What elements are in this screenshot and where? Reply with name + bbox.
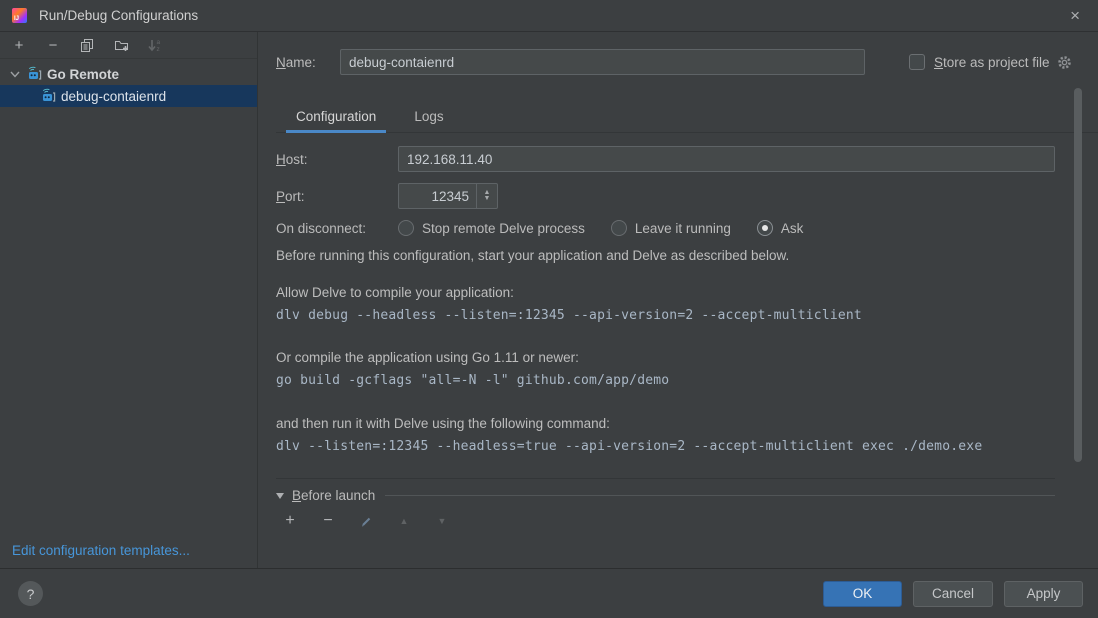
close-icon[interactable]: × — [1064, 5, 1086, 26]
section-separator — [276, 478, 1055, 479]
vertical-scrollbar-thumb[interactable] — [1074, 88, 1082, 462]
collapse-arrow-icon[interactable] — [276, 493, 284, 499]
radio-stop-remote-delve[interactable]: Stop remote Delve process — [398, 220, 585, 236]
cancel-button[interactable]: Cancel — [913, 581, 993, 607]
copy-icon — [80, 38, 94, 52]
go-remote-icon — [40, 88, 56, 104]
tree-group-label: Go Remote — [47, 67, 119, 82]
ok-button[interactable]: OK — [823, 581, 902, 607]
sidebar-toolbar: + − — [0, 32, 257, 59]
tab-logs[interactable]: Logs — [404, 105, 453, 132]
intro-text: Before running this configuration, start… — [276, 248, 1098, 263]
host-label: Host: — [276, 152, 398, 167]
port-label: Port: — [276, 189, 398, 204]
spinner-down-icon[interactable]: ▼ — [484, 196, 491, 202]
configurations-sidebar: + − — [0, 32, 258, 568]
new-folder-icon — [114, 38, 129, 52]
store-as-project-file-checkbox[interactable] — [909, 54, 925, 70]
tree-item-debug-contaienrd[interactable]: debug-contaienrd — [0, 85, 257, 107]
port-spinner[interactable]: ▲ ▼ — [476, 184, 497, 208]
svg-text:a: a — [157, 39, 161, 46]
new-folder-button[interactable] — [112, 36, 130, 54]
build-label: Or compile the application using Go 1.11… — [276, 350, 1098, 365]
go-remote-icon — [26, 66, 42, 82]
remove-configuration-button[interactable]: − — [44, 36, 62, 54]
radio-label: Leave it running — [635, 221, 731, 236]
name-label: Name: — [276, 55, 338, 70]
tree-item-label: debug-contaienrd — [61, 89, 166, 104]
before-launch-edit-button — [357, 512, 375, 530]
help-button[interactable]: ? — [18, 581, 43, 606]
store-as-project-file-group: Store as project file — [909, 54, 1072, 70]
dialog-title: Run/Debug Configurations — [39, 8, 198, 23]
sort-configurations-button: a z — [146, 36, 164, 54]
on-disconnect-label: On disconnect: — [276, 221, 398, 236]
edit-configuration-templates-link[interactable]: Edit configuration templates... — [12, 543, 190, 558]
sort-az-icon: a z — [148, 38, 162, 52]
before-launch-header[interactable]: Before launch — [276, 488, 1055, 503]
name-value: debug-contaienrd — [349, 55, 454, 70]
run-debug-configurations-dialog: IJ Run/Debug Configurations × + − — [0, 0, 1098, 618]
on-disconnect-row: On disconnect: Stop remote Delve process… — [276, 220, 1098, 236]
dialog-footer: ? OK Cancel Apply — [0, 568, 1098, 618]
compile-command: dlv debug --headless --listen=:12345 --a… — [276, 308, 1098, 323]
up-arrow-icon: ▲ — [400, 516, 409, 526]
question-icon: ? — [27, 586, 35, 602]
apply-button[interactable]: Apply — [1004, 581, 1083, 607]
compile-label: Allow Delve to compile your application: — [276, 285, 1098, 300]
port-row: Port: 12345 ▲ ▼ — [276, 183, 1098, 209]
build-command: go build -gcflags "all=-N -l" github.com… — [276, 373, 1098, 388]
run-label: and then run it with Delve using the fol… — [276, 416, 1098, 431]
radio-label: Ask — [781, 221, 804, 236]
radio-icon[interactable] — [611, 220, 627, 236]
tab-configuration[interactable]: Configuration — [286, 105, 386, 132]
before-launch-move-down-button: ▼ — [433, 512, 451, 530]
store-settings-gear-icon[interactable] — [1057, 55, 1072, 70]
configurations-tree: Go Remote debug-contaienrd — [0, 59, 257, 107]
configuration-form: Name: debug-contaienrd Store as project … — [258, 32, 1098, 568]
host-value: 192.168.11.40 — [407, 152, 492, 167]
radio-selected-icon[interactable] — [757, 220, 773, 236]
radio-label: Stop remote Delve process — [422, 221, 585, 236]
host-row: Host: 192.168.11.40 — [276, 146, 1055, 172]
tree-group-go-remote[interactable]: Go Remote — [0, 63, 257, 85]
before-launch-move-up-button: ▲ — [395, 512, 413, 530]
port-value: 12345 — [399, 189, 476, 204]
down-arrow-icon: ▼ — [438, 516, 447, 526]
host-input[interactable]: 192.168.11.40 — [398, 146, 1055, 172]
store-as-project-file-label: Store as project file — [934, 55, 1050, 70]
add-configuration-button[interactable]: + — [10, 36, 28, 54]
before-launch-add-button[interactable]: + — [281, 512, 299, 530]
radio-icon[interactable] — [398, 220, 414, 236]
before-launch-toolbar: + − ▲ ▼ — [276, 512, 1098, 530]
radio-ask[interactable]: Ask — [757, 220, 804, 236]
header-rule — [385, 495, 1055, 496]
dialog-titlebar: IJ Run/Debug Configurations × — [0, 0, 1098, 32]
chevron-down-icon[interactable] — [8, 67, 22, 81]
copy-configuration-button[interactable] — [78, 36, 96, 54]
before-launch-remove-button: − — [319, 512, 337, 530]
svg-text:z: z — [157, 46, 160, 52]
on-disconnect-radio-group: Stop remote Delve process Leave it runni… — [398, 220, 803, 236]
configuration-tabs: Configuration Logs — [276, 105, 1098, 133]
name-input[interactable]: debug-contaienrd — [340, 49, 865, 75]
run-command: dlv --listen=:12345 --headless=true --ap… — [276, 439, 1098, 454]
pencil-icon — [360, 515, 373, 528]
before-launch-label: Before launch — [292, 488, 375, 503]
name-row: Name: debug-contaienrd Store as project … — [276, 49, 1098, 75]
port-input[interactable]: 12345 ▲ ▼ — [398, 183, 498, 209]
intellij-logo-icon: IJ — [12, 8, 27, 23]
radio-leave-it-running[interactable]: Leave it running — [611, 220, 731, 236]
